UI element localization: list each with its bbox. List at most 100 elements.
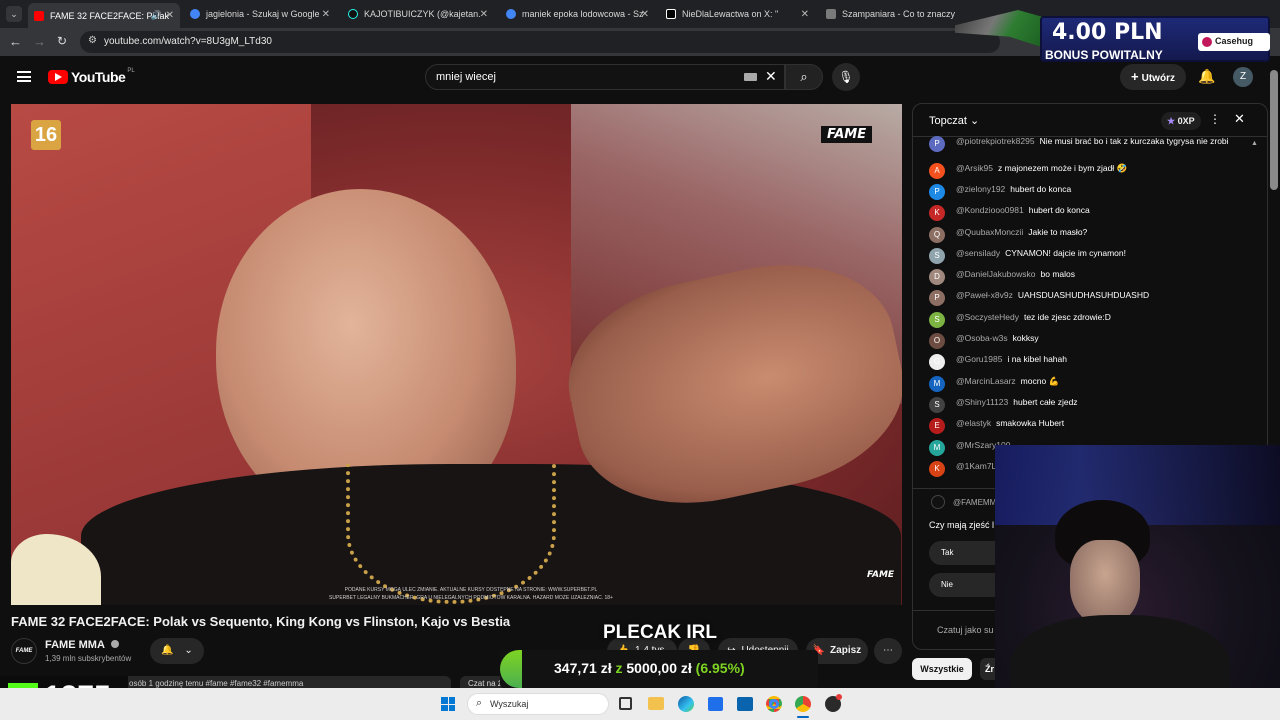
chat-message[interactable]: S @sensilady CYNAMON! dajcie im cynamon! — [929, 248, 1249, 264]
chat-message[interactable]: G @Goru1985 i na kibel hahah — [929, 354, 1249, 370]
bonus-panel: 4.00 PLN BONUS POWITALNY Casehug — [1040, 16, 1270, 62]
channel-name[interactable]: FAME MMA — [45, 639, 119, 651]
outlook-icon[interactable] — [737, 697, 753, 711]
chat-message[interactable]: P @zielony192 hubert do konca — [929, 184, 1249, 200]
task-view-icon[interactable] — [619, 697, 632, 710]
page-scrollbar[interactable] — [1270, 70, 1278, 190]
chat-author-name[interactable]: @sensilady — [956, 248, 1000, 258]
chat-author-name[interactable]: @Shiny11123 — [956, 397, 1008, 407]
chat-message[interactable]: D @DanielJakubowsko bo malos — [929, 269, 1249, 285]
chat-message[interactable]: P @Paweł-x8v9z UAHSDUASHUDHASUHDUASHD — [929, 290, 1249, 306]
tab-tiktok[interactable]: KAJOTIBUICZYK (@kajetan.szczz ✕ — [342, 3, 494, 25]
chat-author-avatar[interactable]: K — [929, 205, 945, 221]
chat-author-avatar[interactable]: O — [929, 333, 945, 349]
youtube-logo[interactable]: YouTube PL — [48, 68, 135, 85]
chat-author-avatar[interactable]: Q — [929, 227, 945, 243]
chat-author-avatar[interactable]: P — [929, 184, 945, 200]
close-chat-icon[interactable]: ✕ — [1234, 111, 1245, 127]
chrome-icon[interactable] — [766, 696, 782, 712]
chat-message[interactable]: S @Shiny11123 hubert całe zjedz — [929, 397, 1249, 413]
notifications-bell-icon[interactable]: 🔔 — [1198, 68, 1215, 85]
menu-hamburger-icon[interactable] — [17, 71, 31, 82]
chat-message[interactable]: M @MarcinLasarz mocno 💪 — [929, 376, 1249, 392]
clear-search-icon[interactable]: ✕ — [765, 68, 777, 85]
chat-author-name[interactable]: @DanielJakubowsko — [956, 269, 1036, 279]
disclaimer-text: PODANE KURSY MOGĄ ULEC ZMIANIE. AKTUALNE… — [344, 587, 598, 593]
chat-message-body: @QuubaxMonczii Jakie to masło? — [956, 227, 1087, 237]
tab-search-icon[interactable]: ⌄ — [6, 6, 22, 22]
forward-arrow-icon[interactable]: → — [33, 34, 46, 49]
chat-message[interactable]: O @Osoba-w3s kokksy — [929, 333, 1249, 349]
chat-author-avatar[interactable]: K — [929, 461, 945, 477]
chat-author-avatar[interactable]: E — [929, 418, 945, 434]
search-button[interactable]: ⌕ — [785, 64, 823, 90]
chat-scroll-up-icon[interactable]: ▲ — [1251, 140, 1258, 147]
keyboard-icon[interactable] — [744, 73, 757, 81]
close-tab-icon[interactable]: ✕ — [801, 9, 809, 20]
file-explorer-icon[interactable] — [648, 697, 664, 710]
chat-message[interactable]: S @SoczysteHedy tez ide zjesc zdrowie:D — [929, 312, 1249, 328]
chat-author-name[interactable]: @Paweł-x8v9z — [956, 290, 1013, 300]
chat-author-name[interactable]: @piotrekpiotrek8295 — [956, 136, 1035, 146]
chat-author-avatar[interactable]: S — [929, 248, 945, 264]
tab-maniek[interactable]: maniek epoka lodowcowa - Sz ✕ — [500, 3, 655, 25]
chat-message[interactable]: Q @QuubaxMonczii Jakie to masło? — [929, 227, 1249, 243]
close-tab-icon[interactable]: ✕ — [641, 9, 649, 20]
chat-author-name[interactable]: @SoczysteHedy — [956, 312, 1019, 322]
url-field[interactable]: ⚙ youtube.com/watch?v=8U3gM_LTd30 — [80, 31, 1000, 53]
chat-author-avatar[interactable]: G — [929, 354, 945, 370]
chat-author-avatar[interactable]: P — [929, 290, 945, 306]
chat-message-body: @zielony192 hubert do konca — [956, 184, 1071, 194]
taskbar-search[interactable]: ⌕ Wyszukaj — [467, 693, 609, 715]
channel-avatar[interactable]: FAME — [11, 638, 37, 664]
xp-badge[interactable]: ★ 0XP — [1161, 112, 1201, 130]
chat-author-avatar[interactable]: M — [929, 440, 945, 456]
start-windows-icon[interactable] — [441, 697, 455, 711]
chat-message[interactable]: K @Kondziooo0981 hubert do konca — [929, 205, 1249, 221]
search-value: mniej wiecej — [436, 71, 496, 83]
chat-message[interactable]: P @piotrekpiotrek8295 Nie musi brać bo i t… — [929, 136, 1249, 152]
chat-author-avatar[interactable]: S — [929, 312, 945, 328]
tab-szampaniara[interactable]: Szampaniara - Co to znaczy? D — [820, 3, 955, 25]
video-player[interactable]: 16 FAME FAME PODANE KURSY MOGĄ ULEC ZMIA… — [11, 104, 902, 605]
chat-author-avatar[interactable]: P — [929, 136, 945, 152]
filter-chip-all[interactable]: Wszystkie — [912, 658, 972, 680]
chat-author-name[interactable]: @Arsik95 — [956, 163, 993, 173]
search-input[interactable]: mniej wiecej ✕ — [425, 64, 785, 90]
subscription-bell-button[interactable]: 🔔 ⌄ — [150, 638, 204, 664]
goal-bar: 347,71 zł z 5000,00 zł (6.95%) — [500, 650, 818, 688]
tab-audio-icon[interactable]: 🔊 — [151, 10, 162, 21]
chat-author-name[interactable]: @Osoba-w3s — [956, 333, 1008, 343]
chat-author-name[interactable]: @QuubaxMonczii — [956, 227, 1023, 237]
edge-icon[interactable] — [678, 696, 694, 712]
back-arrow-icon[interactable]: ← — [9, 34, 22, 49]
chat-message[interactable]: E @elastyk smakowka Hubert — [929, 418, 1249, 434]
store-icon[interactable] — [708, 697, 723, 711]
close-tab-icon[interactable]: ✕ — [322, 9, 330, 20]
chat-more-icon[interactable]: ⋮ — [1209, 112, 1221, 126]
chat-author-name[interactable]: @Kondziooo0981 — [956, 205, 1024, 215]
chat-author-name[interactable]: @1Kam7L — [956, 461, 996, 471]
chat-message-text: tez ide zjesc zdrowie:D — [1023, 312, 1111, 322]
account-avatar[interactable]: Z — [1233, 67, 1253, 87]
tab-fame32[interactable]: FAME 32 FACE2FACE: Polak 🔊 ✕ — [28, 3, 180, 28]
close-tab-icon[interactable]: ✕ — [480, 9, 488, 20]
chat-mode-dropdown[interactable]: Topczat ⌄ — [929, 114, 979, 127]
chat-author-name[interactable]: @Goru1985 — [956, 354, 1002, 364]
tab-x[interactable]: NieDlaLewactwa on X: " ✕ — [660, 3, 815, 25]
tab-jagielonia[interactable]: jagielonia - Szukaj w Google ✕ — [184, 3, 336, 25]
reload-icon[interactable]: ↻ — [57, 34, 67, 48]
chat-author-avatar[interactable]: A — [929, 163, 945, 179]
voice-search-button[interactable]: 🎙 — [832, 63, 860, 91]
chat-message[interactable]: A @Arsik95 z majonezem może i bym zjadł 🤣 — [929, 163, 1249, 179]
chat-author-avatar[interactable]: S — [929, 397, 945, 413]
chat-author-name[interactable]: @elastyk — [956, 418, 991, 428]
chat-author-name[interactable]: @MarcinLasarz — [956, 376, 1016, 386]
chat-author-avatar[interactable]: M — [929, 376, 945, 392]
chrome-active-icon[interactable] — [795, 696, 811, 712]
chat-author-avatar[interactable]: D — [929, 269, 945, 285]
more-actions-button[interactable]: ⋯ — [874, 638, 902, 664]
close-tab-icon[interactable]: ✕ — [166, 10, 174, 21]
chat-author-name[interactable]: @zielony192 — [956, 184, 1005, 194]
site-info-icon[interactable]: ⚙ — [88, 35, 97, 46]
